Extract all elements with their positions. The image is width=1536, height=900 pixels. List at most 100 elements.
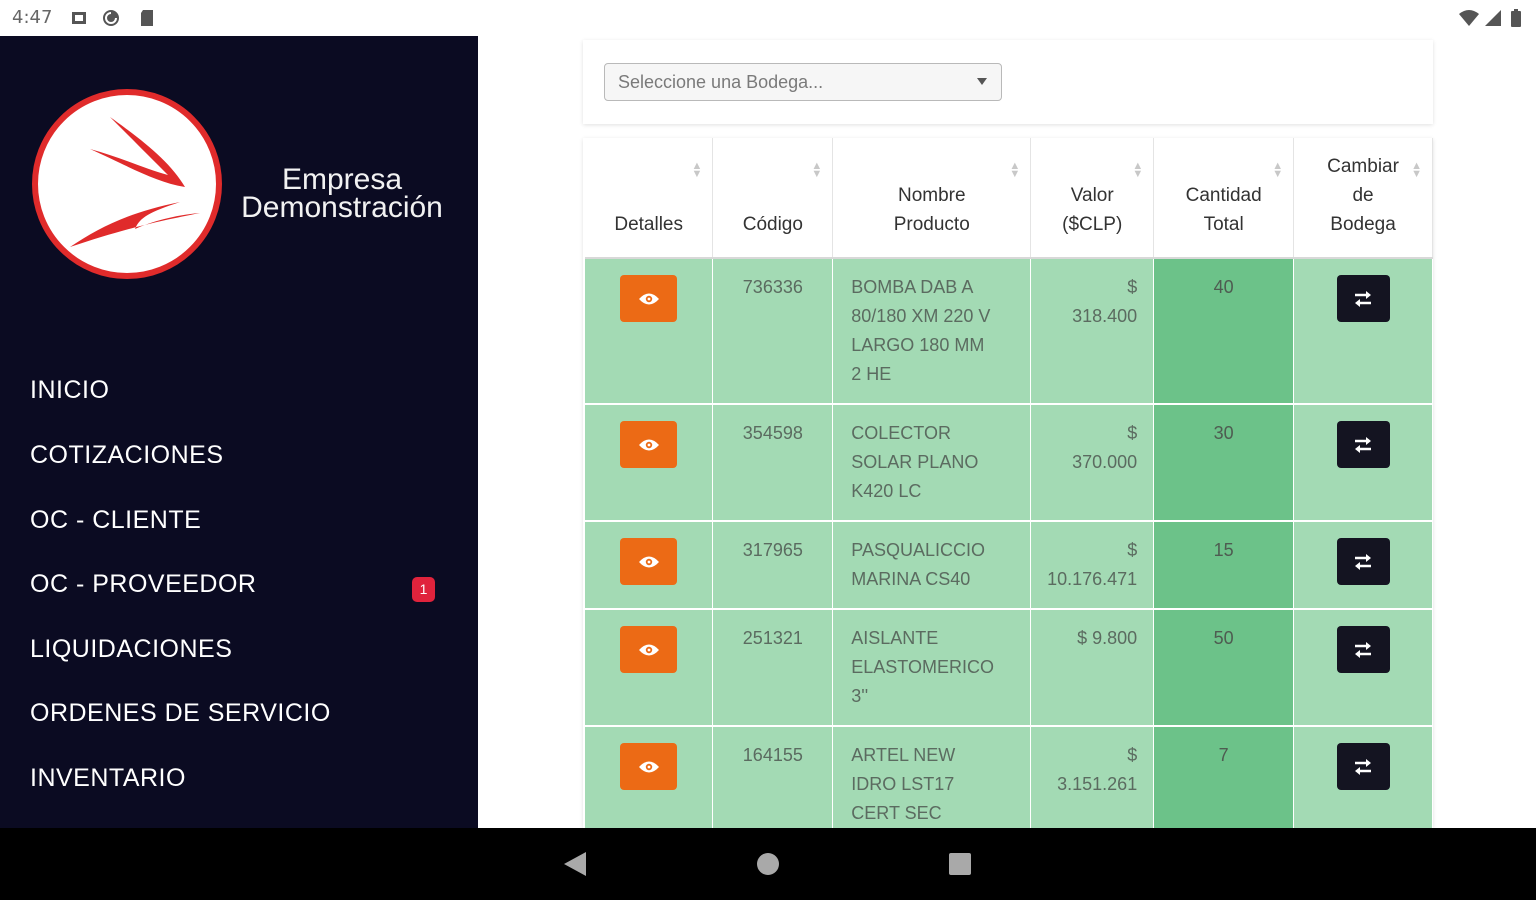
cell-codigo: 317965 <box>712 521 834 610</box>
sort-icon: ▲ ▼ <box>811 160 823 180</box>
header-codigo[interactable]: ▲ ▼ Código <box>712 138 834 259</box>
table-row: 251321 AISLANTE ELASTOMERICO 3'' $ 9.800 5… <box>585 609 1433 727</box>
cell-detalles <box>585 609 714 727</box>
menu-item-inventario[interactable]: INVENTARIO <box>30 764 186 793</box>
product-name-line: ARTEL NEW <box>851 745 956 765</box>
sort-icon: ▲ ▼ <box>1272 160 1284 180</box>
menu-item-cotizaciones[interactable]: COTIZACIONES <box>30 441 224 470</box>
change-bodega-button[interactable] <box>1336 421 1390 468</box>
home-icon[interactable] <box>757 853 779 875</box>
cell-codigo: 354598 <box>712 404 834 522</box>
header-valor-line1: Valor <box>1070 185 1114 206</box>
product-value-line: $ <box>1127 423 1138 443</box>
recents-icon[interactable] <box>949 853 971 875</box>
view-details-button[interactable] <box>620 421 678 468</box>
cell-cantidad-total: 40 <box>1153 258 1295 405</box>
company-name-line2: Demonstración <box>241 191 443 224</box>
back-icon[interactable] <box>562 850 588 878</box>
cell-codigo: 164155 <box>712 726 834 828</box>
cell-cambiar-bodega <box>1293 726 1433 828</box>
table-row: 354598 COLECTOR SOLAR PLANO K420 LC $370.0… <box>585 404 1433 522</box>
view-details-button[interactable] <box>620 275 678 322</box>
table-row: 317965 PASQUALICCIO MARINA CS40 $10.176.4… <box>585 521 1433 610</box>
menu-item-oc-proveedor[interactable]: OC - PROVEEDOR <box>30 570 256 599</box>
cell-cantidad-total: 15 <box>1153 521 1295 610</box>
product-name-line: ELASTOMERICO <box>851 657 994 677</box>
header-detalles-label: Detalles <box>614 214 684 235</box>
notification-badge: 1 <box>412 577 435 602</box>
eye-icon <box>638 644 659 655</box>
cell-detalles <box>585 404 714 522</box>
battery-icon <box>1511 9 1521 27</box>
product-name-line: IDRO LST17 <box>851 774 955 794</box>
cell-detalles <box>585 726 714 828</box>
menu-item-inicio[interactable]: INICIO <box>30 376 109 405</box>
eye-icon <box>638 761 659 772</box>
swap-arrows-icon <box>1355 553 1372 570</box>
view-details-button[interactable] <box>620 743 678 790</box>
view-details-button[interactable] <box>620 538 678 585</box>
header-nombre-line1: Nombre <box>897 185 966 206</box>
header-cantidad-total[interactable]: ▲ ▼ Cantidad Total <box>1153 138 1295 259</box>
view-details-button[interactable] <box>620 626 678 673</box>
product-value-line: 3.151.261 <box>1057 774 1138 794</box>
product-name-line: LARGO 180 MM <box>851 335 985 355</box>
chevron-down-icon <box>977 78 987 85</box>
cell-cambiar-bodega <box>1293 609 1433 727</box>
menu-item-ordenes-de-servicio[interactable]: ORDENES DE SERVICIO <box>30 699 331 728</box>
product-name-line: 80/180 XM 220 V <box>851 306 991 326</box>
eye-icon <box>638 439 659 450</box>
header-cambiar-line2: de <box>1352 185 1374 206</box>
header-detalles[interactable]: ▲ ▼ Detalles <box>585 138 714 259</box>
header-cambiar-line1: Cambiar <box>1327 156 1399 177</box>
cell-cambiar-bodega <box>1293 404 1433 522</box>
header-nombre-producto[interactable]: ▲ ▼ Nombre Producto <box>832 138 1032 259</box>
sd-card-icon <box>141 10 153 26</box>
product-name-line: COLECTOR <box>851 423 951 443</box>
status-bar: 4:47 <box>0 0 1536 36</box>
product-value-line: 370.000 <box>1072 452 1138 472</box>
header-cantidad-line2: Total <box>1203 214 1244 235</box>
change-bodega-button[interactable] <box>1336 275 1390 322</box>
bodega-select-placeholder: Seleccione una Bodega... <box>618 72 824 92</box>
change-bodega-button[interactable] <box>1336 538 1390 585</box>
swap-arrows-icon <box>1355 641 1372 658</box>
product-value-line: 10.176.471 <box>1047 569 1138 589</box>
cell-detalles <box>585 521 714 610</box>
sync-icon <box>103 10 119 26</box>
wifi-icon <box>1459 10 1479 26</box>
swap-arrows-icon <box>1355 758 1372 775</box>
header-valor-line2: ($CLP) <box>1062 214 1123 235</box>
header-cambiar-bodega[interactable]: ▲ ▼ Cambiar de Bodega <box>1293 138 1433 259</box>
sort-icon: ▲ ▼ <box>1009 160 1021 180</box>
product-name-line: AISLANTE <box>851 628 939 648</box>
product-name-line: SOLAR PLANO <box>851 452 979 472</box>
sort-icon: ▲ ▼ <box>691 160 703 180</box>
product-value-line: $ 9.800 <box>1077 628 1138 648</box>
screenshot-icon <box>72 12 86 24</box>
swap-arrows-icon <box>1355 436 1372 453</box>
status-time: 4:47 <box>12 7 53 28</box>
cell-detalles <box>585 258 714 405</box>
cell-nombre-producto: ARTEL NEW IDRO LST17 CERT SEC <box>832 726 1032 828</box>
cell-nombre-producto: PASQUALICCIO MARINA CS40 <box>832 521 1032 610</box>
cell-cantidad-total: 50 <box>1153 609 1295 727</box>
product-name-line: 2 HE <box>851 364 892 384</box>
menu-item-liquidaciones[interactable]: LIQUIDACIONES <box>30 635 232 664</box>
bodega-select[interactable]: Seleccione una Bodega... <box>604 63 1002 101</box>
product-name-line: 3'' <box>851 686 869 706</box>
sort-icon: ▲ ▼ <box>1411 160 1422 180</box>
cell-valor: $10.176.471 <box>1030 521 1155 610</box>
cell-cambiar-bodega <box>1293 258 1433 405</box>
cell-nombre-producto: BOMBA DAB A 80/180 XM 220 V LARGO 180 MM 2 … <box>832 258 1032 405</box>
menu-item-oc-cliente[interactable]: OC - CLIENTE <box>30 506 201 535</box>
cell-cantidad-total: 30 <box>1153 404 1295 522</box>
product-name-line: K420 LC <box>851 481 922 501</box>
cell-nombre-producto: COLECTOR SOLAR PLANO K420 LC <box>832 404 1032 522</box>
header-valor[interactable]: ▲ ▼ Valor ($CLP) <box>1030 138 1155 259</box>
sort-icon: ▲ ▼ <box>1132 160 1144 180</box>
change-bodega-button[interactable] <box>1336 626 1390 673</box>
change-bodega-button[interactable] <box>1336 743 1390 790</box>
product-value-line: $ <box>1127 540 1138 560</box>
cell-codigo: 251321 <box>712 609 834 727</box>
